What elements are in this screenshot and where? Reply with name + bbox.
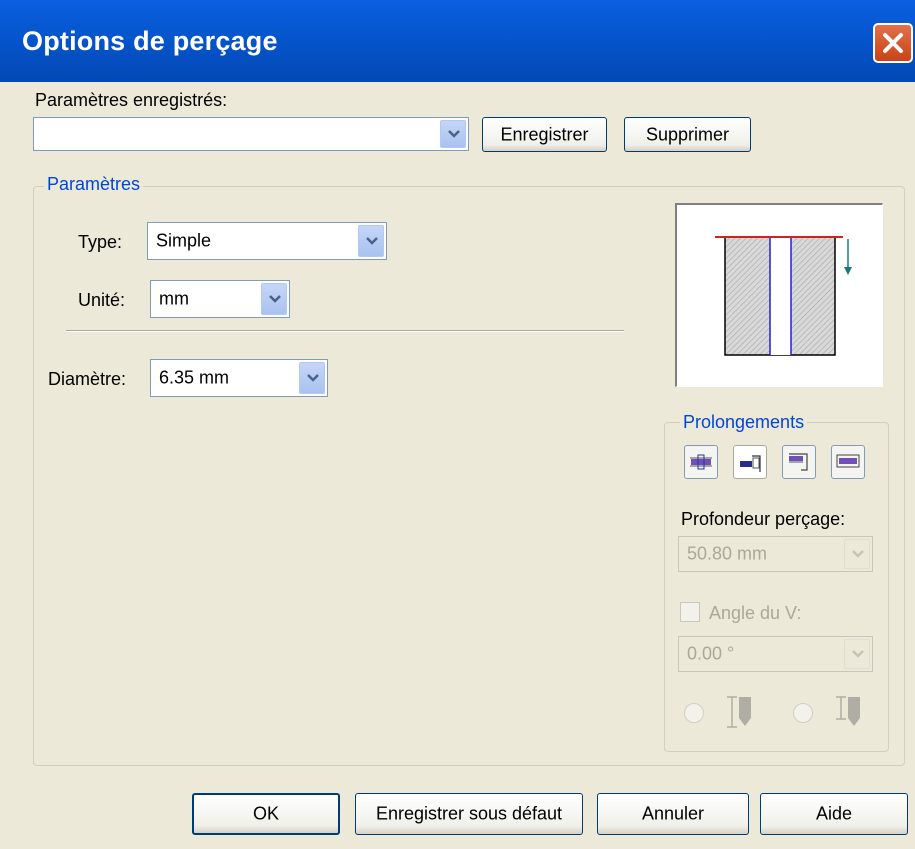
delete-params-button-label: Supprimer <box>645 124 730 144</box>
title-bar[interactable]: Options de perçage <box>0 0 915 82</box>
help-button-label: Aide <box>815 803 853 824</box>
tip-excluded-radio[interactable] <box>793 703 813 723</box>
cancel-button[interactable]: Annuler <box>597 793 749 835</box>
save-params-button-label: Enregistrer <box>500 124 589 144</box>
chevron-down-icon[interactable] <box>261 283 287 315</box>
type-label: Type: <box>78 232 123 252</box>
saved-params-select[interactable] <box>33 117 469 151</box>
extension-top-icon <box>789 453 808 471</box>
extension-surface-icon <box>836 454 860 468</box>
cancel-button-label: Annuler <box>641 803 705 824</box>
extension-surface-button[interactable] <box>831 445 865 479</box>
ok-button-label: OK <box>252 803 279 824</box>
type-select[interactable]: Simple <box>147 222 387 260</box>
close-icon <box>883 33 903 53</box>
extension-through-button[interactable] <box>684 445 718 479</box>
close-button[interactable] <box>873 23 913 63</box>
tip-included-icon <box>727 696 751 728</box>
type-value: Simple <box>156 230 212 251</box>
extension-through-icon <box>690 454 712 470</box>
unit-value: mm <box>159 288 189 309</box>
angle-label: Angle du V: <box>709 603 802 623</box>
save-params-button[interactable]: Enregistrer <box>482 117 607 152</box>
angle-checkbox[interactable] <box>680 602 700 622</box>
unit-select[interactable]: mm <box>150 280 290 318</box>
depth-value: 50.80 mm <box>687 543 768 564</box>
chevron-down-icon[interactable] <box>440 120 466 148</box>
parameters-legend: Paramètres <box>44 174 144 195</box>
depth-label: Profondeur perçage: <box>681 509 846 529</box>
drill-preview <box>675 203 883 387</box>
depth-select[interactable]: 50.80 mm <box>678 536 873 572</box>
diameter-label: Diamètre: <box>48 369 127 389</box>
chevron-down-icon[interactable] <box>358 225 384 257</box>
help-button[interactable]: Aide <box>760 793 908 835</box>
save-default-button[interactable]: Enregistrer sous défaut <box>355 793 583 835</box>
extension-top-button[interactable] <box>782 445 816 479</box>
save-default-button-label: Enregistrer sous défaut <box>375 803 563 824</box>
window-title: Options de perçage <box>22 26 278 56</box>
separator <box>66 330 624 332</box>
diameter-value: 6.35 mm <box>159 367 230 388</box>
delete-params-button[interactable]: Supprimer <box>624 117 751 152</box>
chevron-down-icon[interactable] <box>844 639 870 669</box>
unit-label: Unité: <box>78 290 126 310</box>
tip-excluded-icon <box>836 696 860 726</box>
extension-blind-button[interactable] <box>733 445 767 479</box>
extension-blind-icon <box>740 455 761 472</box>
chevron-down-icon[interactable] <box>299 362 325 394</box>
tip-included-radio[interactable] <box>684 703 704 723</box>
extensions-legend: Prolongements <box>680 412 808 433</box>
drill-hole-preview-icon <box>715 236 852 356</box>
saved-params-label: Paramètres enregistrés: <box>35 90 228 110</box>
diameter-input[interactable]: 6.35 mm <box>150 359 328 397</box>
angle-value: 0.00 ° <box>687 643 735 664</box>
ok-button[interactable]: OK <box>192 793 340 835</box>
chevron-down-icon[interactable] <box>844 539 870 569</box>
angle-select[interactable]: 0.00 ° <box>678 636 873 672</box>
